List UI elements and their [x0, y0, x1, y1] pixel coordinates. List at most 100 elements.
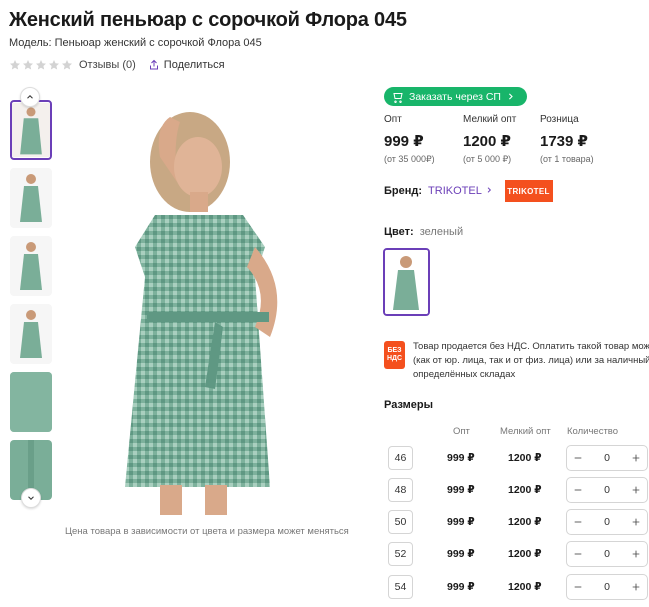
- increment-button[interactable]: [625, 478, 647, 502]
- size-price-opt: 999 ₽: [447, 452, 475, 464]
- chevron-down-icon: [28, 496, 34, 500]
- star-icon: [36, 60, 46, 70]
- brand-label: Бренд:: [384, 185, 423, 197]
- size-label: 46: [388, 446, 413, 470]
- quantity-stepper: 0: [566, 541, 648, 567]
- color-swatch-green[interactable]: [383, 248, 430, 316]
- increment-button[interactable]: [625, 510, 647, 534]
- quantity-value[interactable]: 0: [589, 484, 625, 496]
- size-price-opt: 999 ₽: [447, 516, 475, 528]
- price-label: Опт: [384, 114, 402, 125]
- share-label: Поделиться: [163, 59, 225, 71]
- size-row: 54 999 ₽ 1200 ₽ 0: [384, 573, 649, 601]
- product-model: Модель: Пеньюар женский с сорочкой Флора…: [9, 37, 262, 49]
- chevron-right-icon: [487, 187, 491, 193]
- no-vat-badge-line2: НДС: [386, 355, 403, 362]
- increment-button[interactable]: [625, 542, 647, 566]
- rating-row: Отзывы (0) Поделиться: [9, 58, 225, 72]
- size-label: 54: [388, 575, 413, 599]
- plus-icon: [632, 518, 640, 526]
- sizes-header-qty: Количество: [567, 426, 619, 437]
- color-label: Цвет:: [384, 226, 414, 238]
- brand-logo[interactable]: TRIKOTEL: [504, 180, 553, 202]
- star-icon: [10, 60, 20, 70]
- size-row: 50 999 ₽ 1200 ₽ 0: [384, 508, 649, 536]
- price-note: (от 1 товара): [540, 154, 594, 164]
- size-price-opt: 999 ₽: [447, 581, 475, 593]
- decrement-button[interactable]: [567, 575, 589, 599]
- plus-icon: [632, 454, 640, 462]
- thumbs-down-button[interactable]: [21, 488, 41, 508]
- size-price-small-opt: 1200 ₽: [508, 581, 542, 593]
- rating-stars: [9, 59, 73, 71]
- star-icon: [49, 60, 59, 70]
- sizes-header-opt: Опт: [453, 426, 470, 437]
- chevron-right-icon: [508, 93, 513, 100]
- minus-icon: [574, 457, 582, 459]
- decrement-button[interactable]: [567, 478, 589, 502]
- color-value: зеленый: [419, 226, 464, 238]
- product-title: Женский пеньюар с сорочкой Флора 045: [9, 9, 407, 31]
- quantity-stepper: 0: [566, 477, 648, 503]
- plus-icon: [632, 486, 640, 494]
- quantity-stepper: 0: [566, 574, 648, 600]
- quantity-value[interactable]: 0: [589, 516, 625, 528]
- thumbnail[interactable]: [10, 100, 52, 160]
- price-label: Розница: [540, 114, 579, 125]
- thumbnail-strip: [9, 88, 53, 510]
- vat-text: Товар продается без НДС. Оплатить такой …: [413, 341, 649, 380]
- size-price-small-opt: 1200 ₽: [508, 548, 542, 560]
- size-price-opt: 999 ₽: [447, 548, 475, 560]
- size-label: 50: [388, 510, 413, 534]
- thumbs-up-button[interactable]: [20, 87, 40, 107]
- price-value: 1200 ₽: [463, 133, 511, 150]
- quantity-value[interactable]: 0: [589, 548, 625, 560]
- quantity-value[interactable]: 0: [589, 452, 625, 464]
- minus-icon: [574, 553, 582, 555]
- size-price-small-opt: 1200 ₽: [508, 452, 542, 464]
- brand-name: TRIKOTEL: [428, 185, 482, 197]
- size-row: 46 999 ₽ 1200 ₽ 0: [384, 444, 649, 472]
- image-caption: Цена товара в зависимости от цвета и раз…: [65, 526, 349, 537]
- price-small-wholesale: Мелкий опт 1200 ₽ (от 5 000 ₽): [463, 114, 516, 165]
- price-value: 999 ₽: [384, 133, 424, 150]
- chevron-up-icon: [27, 95, 33, 99]
- size-row: 48 999 ₽ 1200 ₽ 0: [384, 476, 649, 504]
- increment-button[interactable]: [625, 575, 647, 599]
- sizes-header-small-opt: Мелкий опт: [500, 426, 551, 437]
- cart-icon: [393, 92, 403, 103]
- thumbnail[interactable]: [10, 372, 52, 432]
- main-product-image[interactable]: [65, 87, 355, 515]
- plus-icon: [632, 583, 640, 591]
- no-vat-badge-line1: БЕЗ: [387, 347, 402, 354]
- size-label: 48: [388, 478, 413, 502]
- share-button[interactable]: Поделиться: [148, 59, 225, 71]
- decrement-button[interactable]: [567, 446, 589, 470]
- brand-link[interactable]: TRIKOTEL: [428, 185, 492, 197]
- minus-icon: [574, 521, 582, 523]
- star-icon: [23, 60, 33, 70]
- price-note: (от 5 000 ₽): [463, 154, 512, 164]
- increment-button[interactable]: [625, 446, 647, 470]
- thumbnail[interactable]: [10, 304, 52, 364]
- reviews-link[interactable]: Отзывы (0): [79, 59, 136, 71]
- decrement-button[interactable]: [567, 510, 589, 534]
- plus-icon: [632, 550, 640, 558]
- minus-icon: [574, 489, 582, 491]
- thumbnail[interactable]: [10, 168, 52, 228]
- size-price-small-opt: 1200 ₽: [508, 516, 542, 528]
- quantity-value[interactable]: 0: [589, 581, 625, 593]
- price-wholesale: Опт 999 ₽ (от 35 000₽): [384, 114, 435, 165]
- thumbnail[interactable]: [10, 236, 52, 296]
- color-row: Цвет: зеленый: [384, 226, 463, 238]
- price-value: 1739 ₽: [540, 133, 588, 150]
- quantity-stepper: 0: [566, 445, 648, 471]
- quantity-stepper: 0: [566, 509, 648, 535]
- order-via-sp-button[interactable]: Заказать через СП: [384, 87, 527, 106]
- star-icon: [62, 60, 72, 70]
- no-vat-badge: БЕЗ НДС: [384, 341, 405, 369]
- decrement-button[interactable]: [567, 542, 589, 566]
- size-label: 52: [388, 542, 413, 566]
- price-retail: Розница 1739 ₽ (от 1 товара): [540, 114, 594, 164]
- order-via-sp-label: Заказать через СП: [409, 90, 501, 103]
